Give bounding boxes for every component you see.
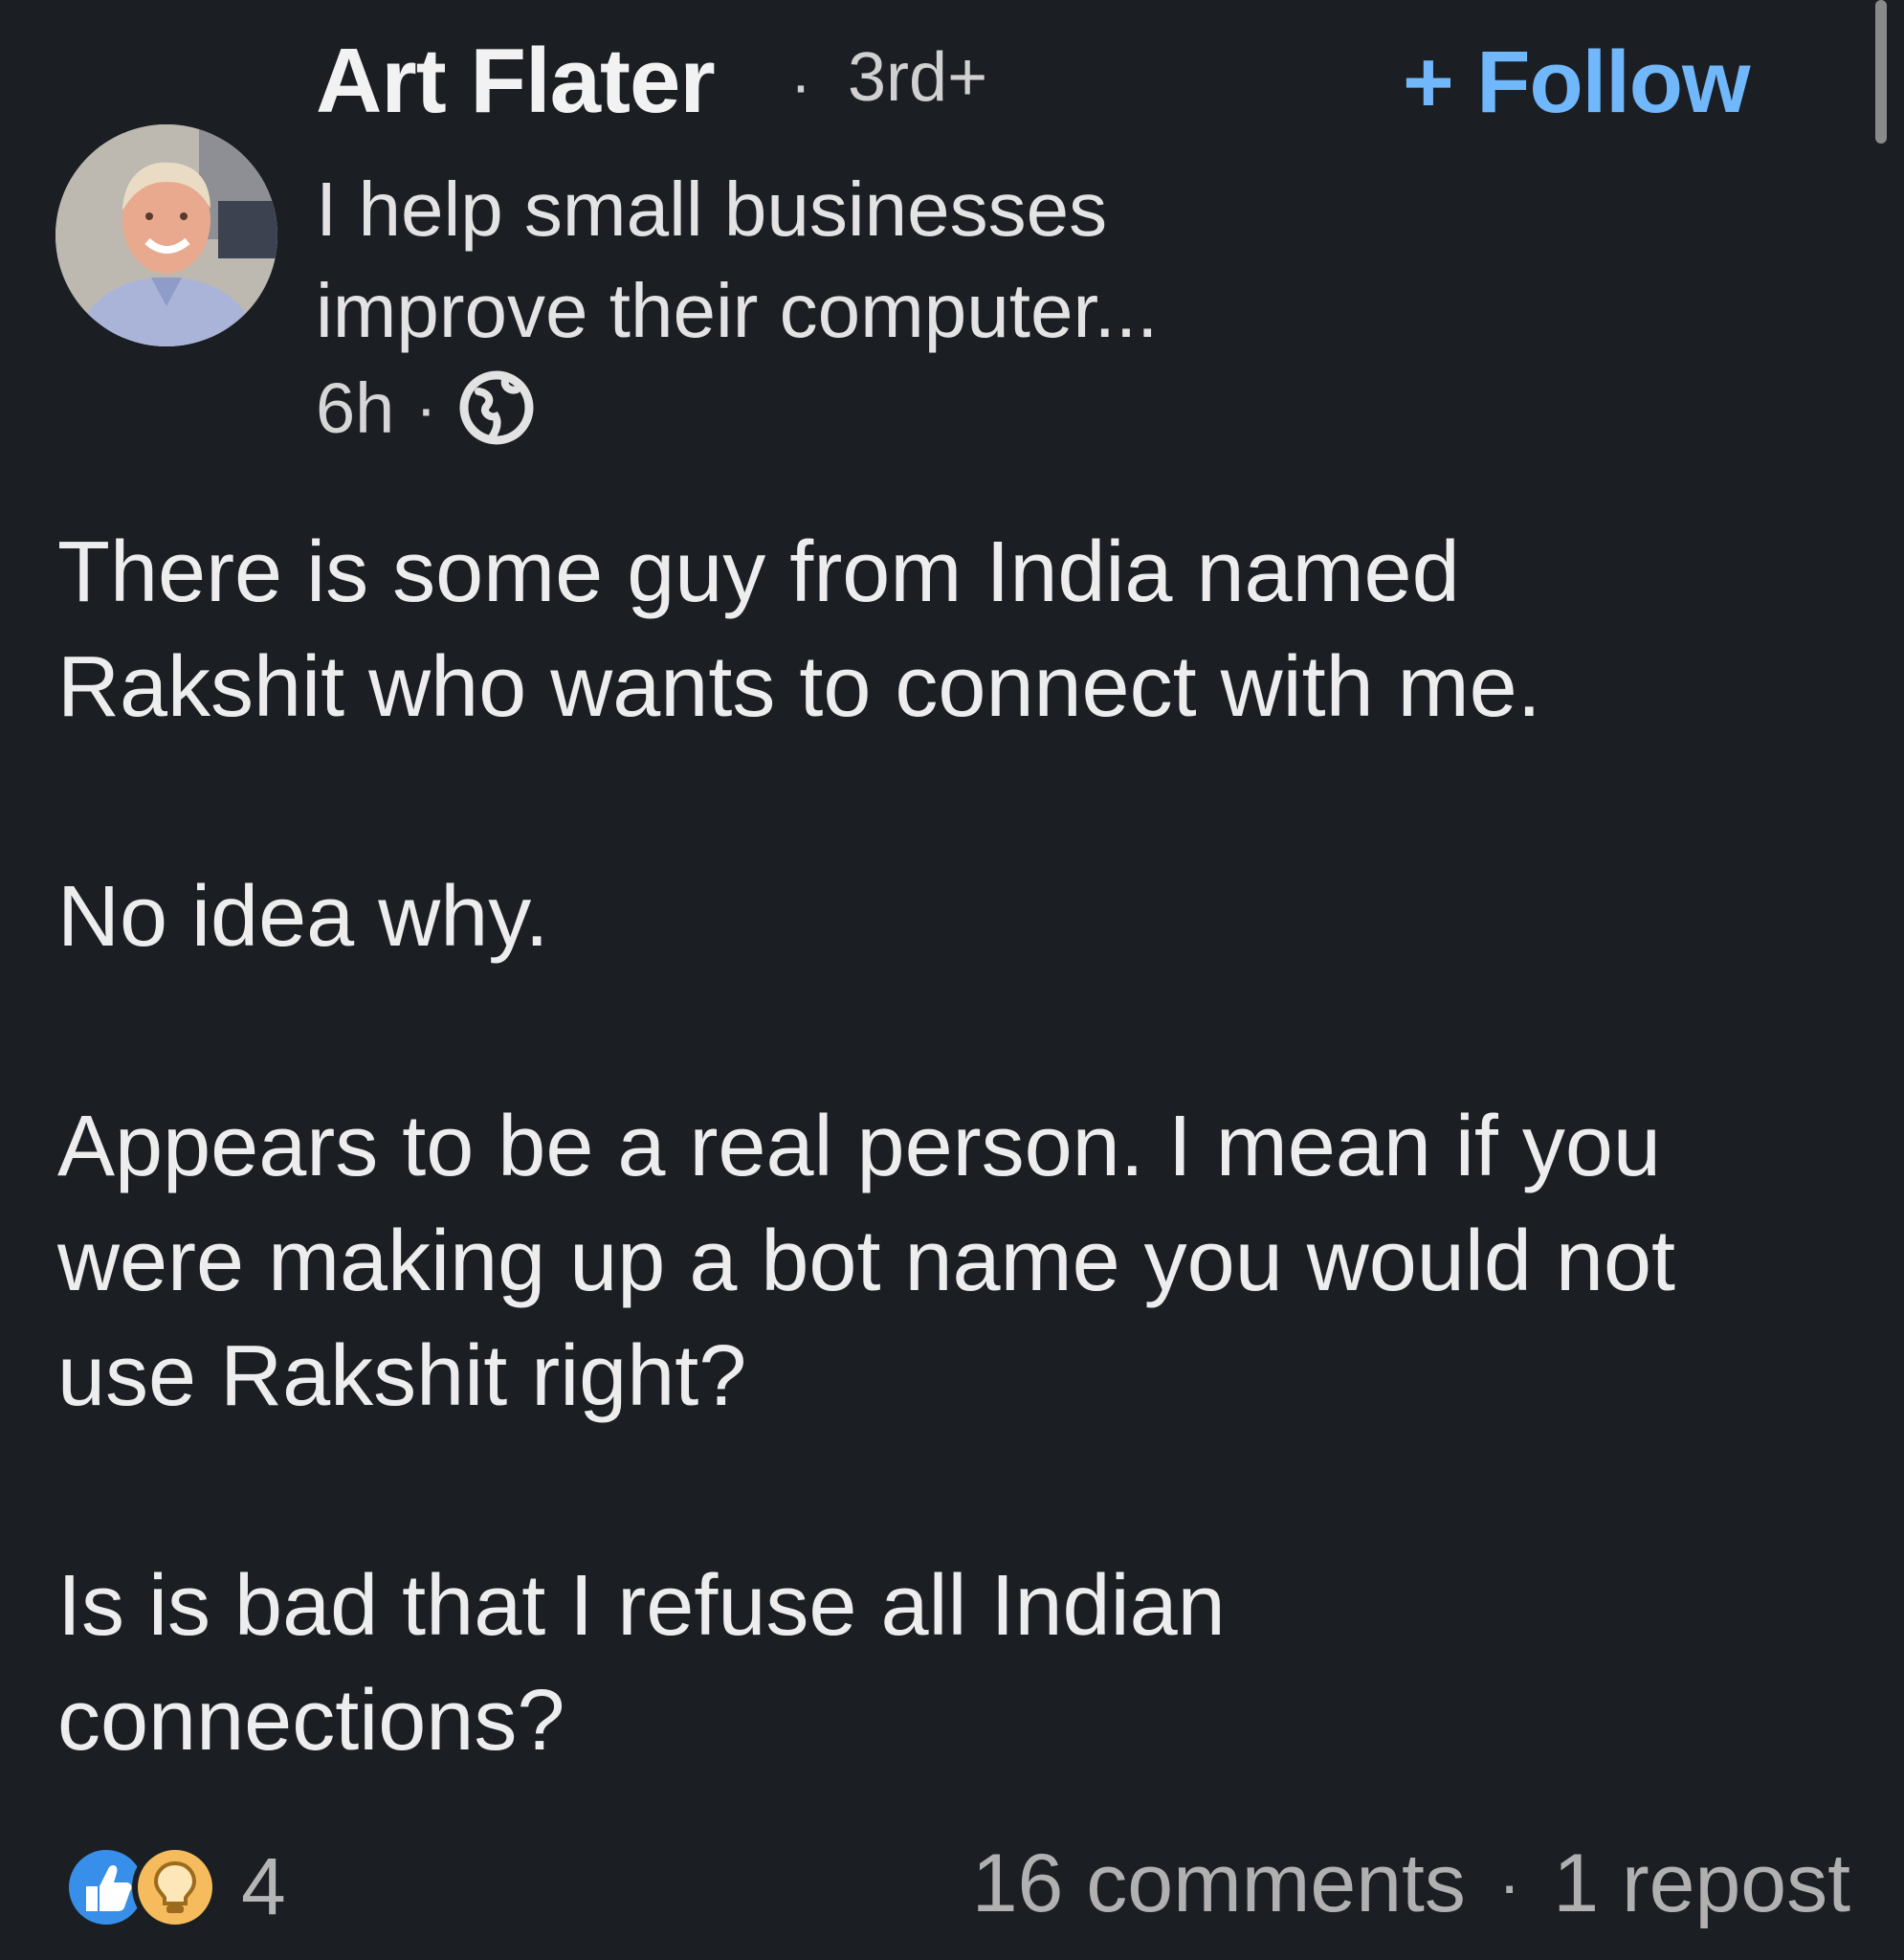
post-line: connections?	[57, 1673, 565, 1769]
headline-line: improve their computer...	[316, 268, 1159, 353]
post-body: There is some guy from India named Raksh…	[57, 515, 1856, 1778]
post-line: use Rakshit right?	[57, 1328, 747, 1424]
follow-button[interactable]: + Follow	[1403, 33, 1751, 133]
post-line: There is some guy from India named	[57, 524, 1460, 620]
feed-post: Art Flater · 3rd+ + Follow I help small …	[0, 0, 1904, 1960]
headline-line: I help small businesses	[316, 167, 1108, 252]
post-line: No idea why.	[57, 869, 549, 965]
separator-dot: ·	[415, 372, 437, 443]
separator-dot: ·	[790, 49, 811, 120]
globe-icon	[459, 370, 534, 445]
post-line: Appears to be a real person. I mean if y…	[57, 1099, 1661, 1194]
post-paragraph: Appears to be a real person. I mean if y…	[57, 1089, 1856, 1434]
scrollbar[interactable]	[1875, 0, 1887, 144]
reaction-count: 4	[241, 1841, 286, 1931]
post-line: Rakshit who wants to connect with me.	[57, 639, 1541, 735]
author-headline[interactable]: I help small businesses improve their co…	[316, 159, 1349, 362]
separator-dot: ·	[1497, 1846, 1521, 1922]
post-paragraph: There is some guy from India named Raksh…	[57, 515, 1856, 745]
post-timestamp: 6h ·	[316, 368, 536, 448]
connection-degree: 3rd+	[848, 39, 988, 116]
author-name[interactable]: Art Flater	[316, 29, 716, 134]
reactions-summary[interactable]: 4	[61, 1840, 286, 1933]
comments-count[interactable]: 16 comments	[972, 1837, 1466, 1931]
engagement-stats: 16 comments · 1 repost	[972, 1837, 1850, 1931]
post-paragraph: No idea why.	[57, 859, 1856, 974]
reposts-count[interactable]: 1 repost	[1553, 1837, 1850, 1931]
post-line: Is is bad that I refuse all Indian	[57, 1558, 1226, 1654]
social-counts: 4 16 comments · 1 repost	[61, 1833, 1850, 1938]
insightful-icon	[132, 1843, 218, 1930]
author-avatar[interactable]	[55, 124, 277, 346]
post-paragraph: Is is bad that I refuse all Indian conne…	[57, 1548, 1856, 1778]
post-time: 6h	[316, 368, 395, 448]
post-line: were making up a bot name you would not	[57, 1214, 1676, 1309]
